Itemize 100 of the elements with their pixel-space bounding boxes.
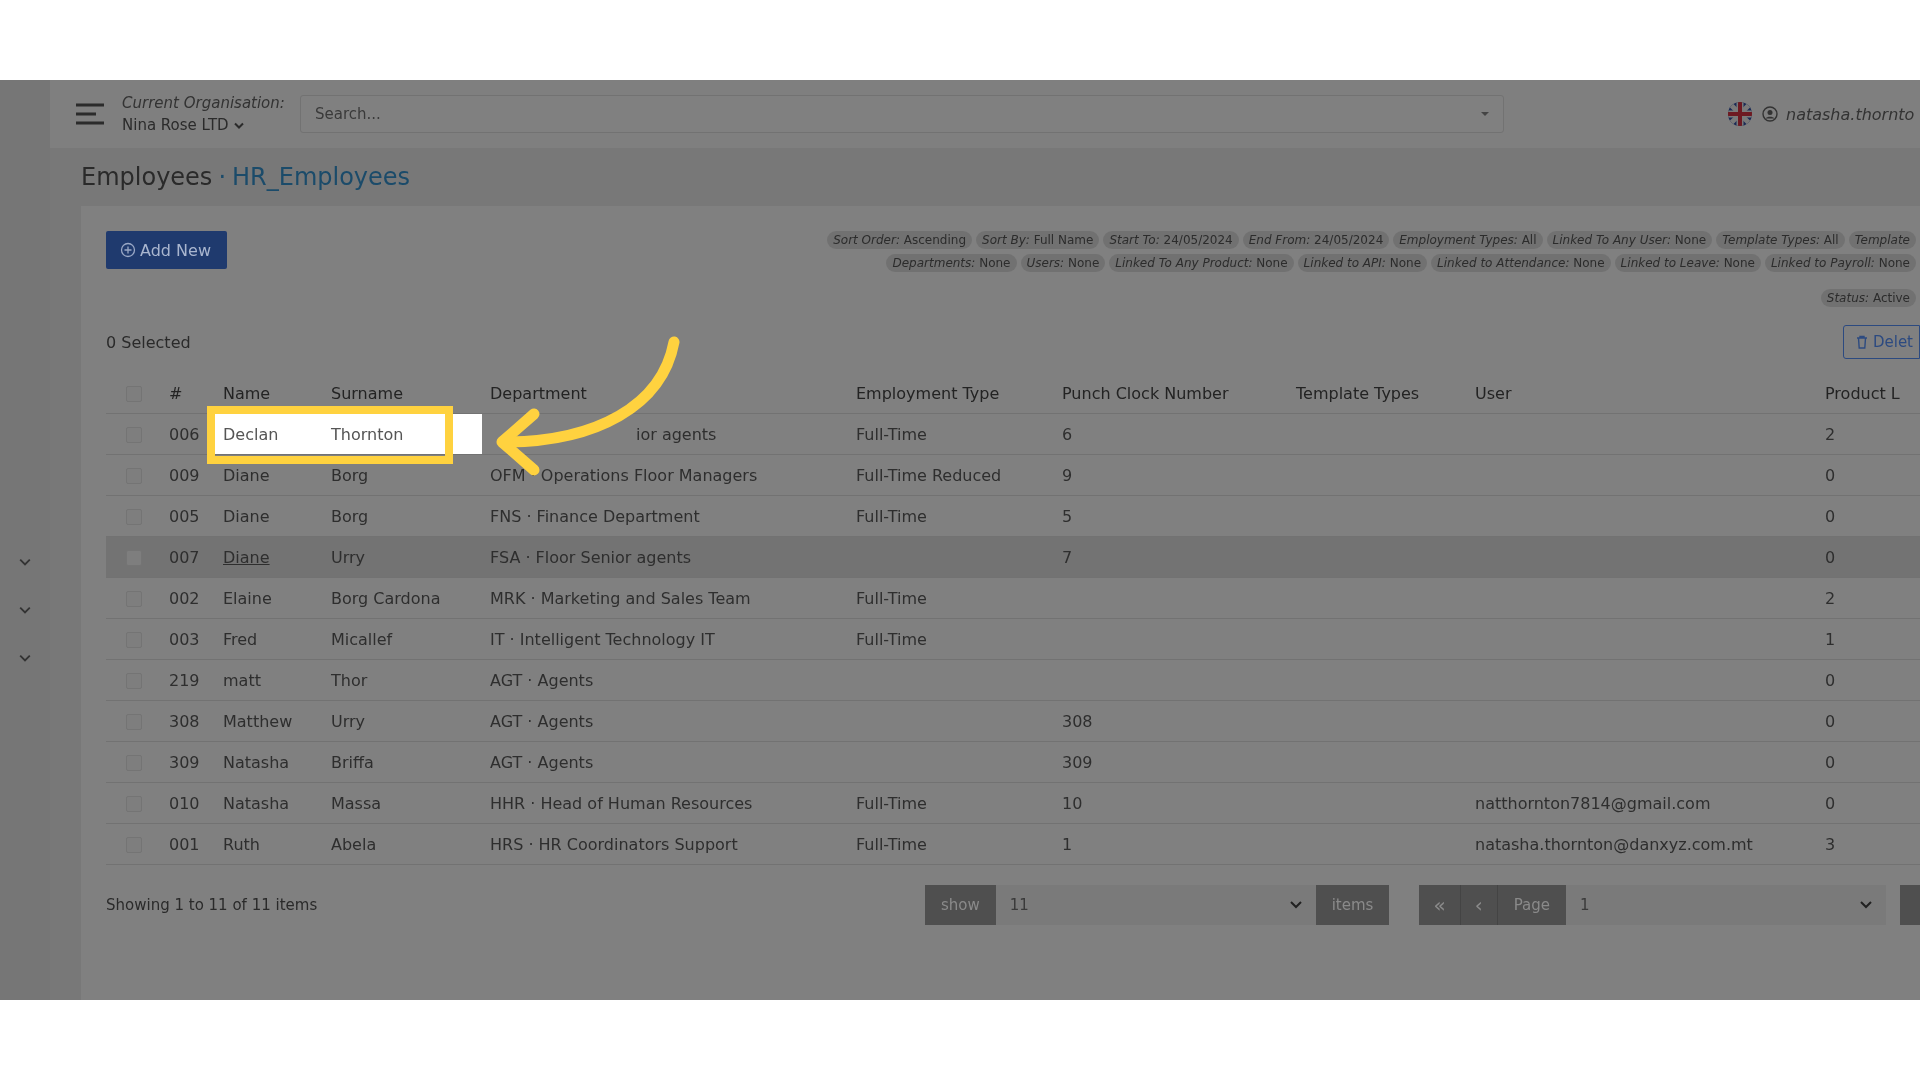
table-cell: 219 bbox=[169, 670, 200, 690]
filter-chip: Departments: None bbox=[886, 254, 1017, 272]
table-cell: Massa bbox=[331, 793, 382, 813]
page-title: Employees bbox=[81, 163, 213, 191]
table-cell: 0 bbox=[1825, 711, 1836, 731]
trash-icon bbox=[1855, 335, 1868, 349]
chevron-down-icon[interactable] bbox=[233, 121, 244, 129]
column-header[interactable]: Punch Clock Number bbox=[1062, 383, 1229, 403]
filter-chip: Sort Order: Ascending bbox=[827, 231, 973, 249]
page-size-select[interactable]: 11 bbox=[995, 885, 1316, 925]
table-cell: Full-Time bbox=[856, 588, 927, 608]
table-cell: 1 bbox=[1825, 629, 1836, 649]
column-header[interactable]: Employment Type bbox=[856, 383, 1000, 403]
user-icon[interactable] bbox=[1762, 106, 1778, 122]
chevron-down-icon[interactable] bbox=[1289, 901, 1302, 909]
table-cell: FNS · Finance Department bbox=[490, 506, 700, 526]
table-cell[interactable]: Matthew bbox=[223, 711, 293, 731]
table-cell: AGT · Agents bbox=[490, 711, 594, 731]
filter-chip: Template bbox=[1848, 231, 1916, 249]
table-cell: 309 bbox=[169, 752, 200, 772]
chevron-down-icon[interactable] bbox=[19, 558, 31, 566]
table-cell[interactable]: Natasha bbox=[223, 752, 290, 772]
table-cell: Abela bbox=[331, 834, 377, 854]
table-cell[interactable]: Natasha bbox=[223, 793, 290, 813]
items-label: items bbox=[1315, 885, 1390, 925]
table-cell: Borg bbox=[331, 465, 369, 485]
flag-icon[interactable] bbox=[1728, 102, 1752, 126]
view-name-link[interactable]: HR_Employees bbox=[232, 163, 411, 191]
column-header[interactable]: Product L bbox=[1825, 383, 1900, 403]
column-header[interactable]: Department bbox=[490, 383, 587, 403]
table-cell: 009 bbox=[169, 465, 200, 485]
filter-chip: Linked to Payroll: None bbox=[1764, 254, 1916, 272]
table-cell: Full-Time bbox=[856, 629, 927, 649]
delete-button[interactable]: Delet bbox=[1842, 325, 1920, 359]
table-cell: 002 bbox=[169, 588, 200, 608]
menu-icon[interactable] bbox=[76, 103, 104, 125]
column-header[interactable]: Surname bbox=[331, 383, 403, 403]
column-header[interactable]: Name bbox=[223, 383, 271, 403]
table-cell[interactable]: Diane bbox=[223, 465, 270, 485]
table-cell: 7 bbox=[1062, 547, 1073, 567]
show-label: show bbox=[924, 885, 996, 925]
table-cell: 2 bbox=[1825, 588, 1836, 608]
table-cell[interactable]: matt bbox=[223, 670, 261, 690]
table-cell: natthornton7814@gmail.com bbox=[1475, 793, 1711, 813]
chevron-down-icon[interactable] bbox=[1860, 901, 1872, 909]
table-cell[interactable]: Elaine bbox=[223, 588, 272, 608]
table-cell: HRS · HR Coordinators Support bbox=[490, 834, 738, 854]
table-cell: 1 bbox=[1062, 834, 1073, 854]
table-cell: Briffa bbox=[331, 752, 374, 772]
search-field[interactable]: Search... bbox=[300, 95, 1504, 133]
table-cell: MRK · Marketing and Sales Team bbox=[490, 588, 751, 608]
table-cell: 308 bbox=[169, 711, 200, 731]
table-cell[interactable]: Fred bbox=[223, 629, 258, 649]
table-cell: Borg bbox=[331, 506, 369, 526]
filter-chip: Linked To Any User: None bbox=[1546, 231, 1713, 249]
table-cell: Full-Time Reduced bbox=[856, 465, 1002, 485]
table-cell: 2 bbox=[1825, 424, 1836, 444]
table-cell: OFM · Operations Floor Managers bbox=[490, 465, 758, 485]
table-cell-text: ior agents bbox=[635, 424, 717, 444]
add-new-button[interactable]: Add New bbox=[106, 231, 227, 269]
table-cell: 10 bbox=[1062, 793, 1083, 813]
filter-chip: Linked to API: None bbox=[1297, 254, 1427, 272]
table-cell: 003 bbox=[169, 629, 200, 649]
table-cell: AGT · Agents bbox=[490, 752, 594, 772]
column-header[interactable]: Template Types bbox=[1296, 383, 1420, 403]
filter-chip: Sort By: Full Name bbox=[976, 231, 1100, 249]
organisation-selector[interactable]: Nina Rose LTD bbox=[122, 116, 282, 134]
previous-page-button[interactable]: ‹ bbox=[1460, 885, 1498, 925]
filter-chip: Linked to Leave: None bbox=[1614, 254, 1761, 272]
table-cell: Thornton bbox=[331, 424, 404, 444]
table-cell: Full-Time bbox=[856, 424, 927, 444]
username[interactable]: natasha.thornto bbox=[1786, 104, 1915, 124]
filter-chip: Start To: 24/05/2024 bbox=[1103, 231, 1239, 249]
table-cell: 6 bbox=[1062, 424, 1073, 444]
table-cell: 010 bbox=[169, 793, 200, 813]
table-cell[interactable]: Diane bbox=[223, 506, 270, 526]
table-cell: Urry bbox=[331, 547, 366, 567]
table-cell: 0 bbox=[1825, 670, 1836, 690]
table-cell: Full-Time bbox=[856, 506, 927, 526]
table-cell: 0 bbox=[1825, 465, 1836, 485]
table-cell: 0 bbox=[1825, 793, 1836, 813]
chevron-down-icon[interactable] bbox=[19, 654, 31, 662]
column-header[interactable]: User bbox=[1475, 383, 1512, 403]
table-cell[interactable]: Ruth bbox=[223, 834, 260, 854]
page-select[interactable]: 1 bbox=[1566, 885, 1886, 925]
filter-chip: End From: 24/05/2024 bbox=[1242, 231, 1390, 249]
first-page-button[interactable]: « bbox=[1419, 885, 1461, 925]
filter-chip: Template Types: All bbox=[1716, 231, 1845, 249]
filter-chip: Linked to Attendance: None bbox=[1431, 254, 1611, 272]
dropdown-caret-icon[interactable] bbox=[1480, 111, 1490, 117]
chevron-down-icon[interactable] bbox=[19, 606, 31, 614]
table-cell: 007 bbox=[169, 547, 200, 567]
table-cell: Full-Time bbox=[856, 793, 927, 813]
table-cell: 309 bbox=[1062, 752, 1093, 772]
next-page-button[interactable] bbox=[1900, 885, 1920, 925]
organisation-label: Current Organisation: bbox=[122, 94, 282, 112]
filter-chip: Users: None bbox=[1020, 254, 1106, 272]
table-cell: HHR · Head of Human Resources bbox=[490, 793, 753, 813]
table-cell: Micallef bbox=[331, 629, 393, 649]
column-header[interactable]: # bbox=[169, 383, 183, 403]
